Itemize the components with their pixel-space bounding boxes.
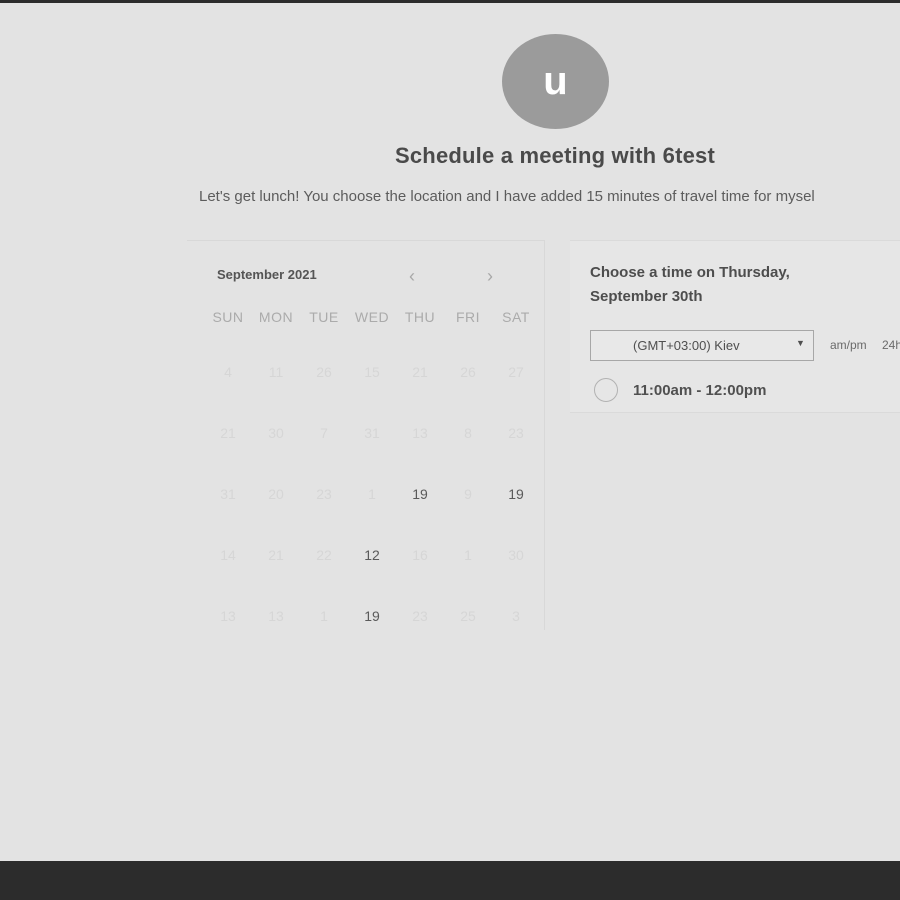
format-24h-toggle[interactable]: 24h	[882, 338, 900, 352]
calendar-day: 1	[320, 607, 328, 624]
calendar-week-row: 4 11 26 15 21 26 27	[204, 341, 540, 402]
calendar-day: 30	[268, 424, 284, 441]
calendar-day-available[interactable]: 19	[348, 608, 396, 624]
calendar-day: 16	[412, 546, 428, 563]
weekday-label: SUN	[212, 309, 244, 325]
calendar-day: 26	[316, 363, 332, 380]
caret-down-icon: ▼	[796, 338, 805, 348]
calendar-day: 21	[220, 424, 236, 441]
calendar-day-available[interactable]: 19	[396, 486, 444, 502]
calendar-day: 3	[512, 607, 520, 624]
calendar-day-available[interactable]: 19	[492, 486, 540, 502]
chevron-left-icon[interactable]: ‹	[401, 265, 423, 287]
calendar-day: 27	[508, 363, 524, 380]
format-ampm-toggle[interactable]: am/pm	[830, 338, 867, 352]
weekday-label: WED	[354, 309, 390, 325]
calendar-day: 31	[364, 424, 380, 441]
calendar-day: 22	[316, 546, 332, 563]
timezone-select[interactable]: (GMT+03:00) Kiev ▼	[590, 330, 814, 361]
calendar-week-row: 13 13 1 19 23 25 3	[204, 585, 540, 646]
calendar-day-available[interactable]: 12	[348, 547, 396, 563]
weekday-label: THU	[404, 309, 436, 325]
calendar: September 2021 ‹ › SUN MON TUE WED THU FRI SAT…	[187, 240, 545, 630]
calendar-day: 23	[412, 607, 428, 624]
meeting-description: Let's get lunch! You choose the location…	[199, 188, 815, 205]
calendar-day: 14	[220, 546, 236, 563]
time-panel-heading: Choose a time on Thursday, September 30t…	[590, 264, 790, 305]
calendar-day: 11	[268, 363, 284, 380]
calendar-day: 8	[464, 424, 472, 441]
time-slot[interactable]: 11:00am - 12:00pm	[594, 378, 766, 402]
calendar-weekdays: SUN MON TUE WED THU FRI SAT	[204, 309, 540, 325]
calendar-month-label: September 2021	[217, 267, 317, 282]
calendar-day: 31	[220, 485, 236, 502]
calendar-day: 9	[464, 485, 472, 502]
page-title: Schedule a meeting with 6test	[395, 143, 715, 168]
timezone-value: (GMT+03:00) Kiev	[633, 338, 740, 353]
avatar: u	[502, 34, 609, 129]
calendar-day: 25	[460, 607, 476, 624]
time-selection-panel: Choose a time on Thursday, September 30t…	[570, 240, 900, 413]
calendar-day: 15	[364, 363, 380, 380]
scheduling-page: u Schedule a meeting with 6test Let's ge…	[0, 3, 900, 861]
time-slot-radio[interactable]	[594, 378, 618, 402]
calendar-grid: 4 11 26 15 21 26 27 21 30 7 31 13 8 23 31 20 23 1 19 9 19 14 2…	[204, 341, 540, 646]
calendar-week-row: 21 30 7 31 13 8 23	[204, 402, 540, 463]
time-slot-label: 11:00am - 12:00pm	[633, 381, 767, 399]
calendar-day: 13	[220, 607, 236, 624]
calendar-day: 7	[320, 424, 328, 441]
calendar-day: 13	[268, 607, 284, 624]
weekday-label: TUE	[309, 309, 339, 325]
calendar-day: 21	[412, 363, 428, 380]
calendar-day: 21	[268, 546, 284, 563]
chevron-right-icon[interactable]: ›	[479, 265, 501, 287]
calendar-day: 26	[460, 363, 476, 380]
calendar-week-row: 14 21 22 12 16 1 30	[204, 524, 540, 585]
weekday-label: SAT	[502, 309, 530, 325]
calendar-day: 13	[412, 424, 428, 441]
weekday-label: MON	[258, 309, 294, 325]
calendar-day: 30	[508, 546, 524, 563]
weekday-label: FRI	[455, 309, 481, 325]
avatar-initial: u	[543, 59, 568, 103]
calendar-day: 23	[316, 485, 332, 502]
calendar-day: 23	[508, 424, 524, 441]
calendar-day: 1	[368, 485, 376, 502]
calendar-day: 4	[224, 363, 232, 380]
calendar-week-row: 31 20 23 1 19 9 19	[204, 463, 540, 524]
bottom-taskbar	[0, 861, 900, 900]
calendar-day: 20	[268, 485, 284, 502]
calendar-day: 1	[464, 546, 472, 563]
